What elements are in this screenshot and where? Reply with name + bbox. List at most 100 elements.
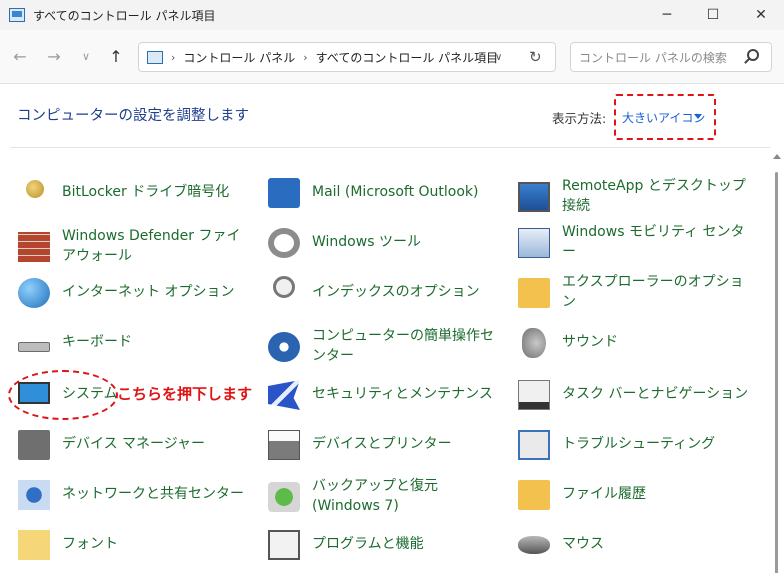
security-flag-icon bbox=[268, 380, 300, 410]
back-arrow-icon[interactable]: ← bbox=[8, 44, 32, 68]
item-label: バックアップと復元 (Windows 7) bbox=[312, 478, 438, 514]
bitlocker-key-icon bbox=[26, 180, 44, 198]
title-bar: すべてのコントロール パネル項目 ─ ☐ ✕ bbox=[0, 0, 784, 30]
gear-tools-icon bbox=[268, 228, 300, 258]
remoteapp-icon bbox=[518, 182, 550, 212]
breadcrumb-control-panel[interactable]: コントロール パネル bbox=[183, 49, 295, 66]
vertical-scrollbar[interactable] bbox=[772, 150, 782, 573]
highlight-ellipse bbox=[8, 370, 118, 420]
control-panel-items: BitLocker ドライブ暗号化 Mail (Microsoft Outloo… bbox=[0, 170, 770, 573]
mobility-center-icon bbox=[518, 228, 550, 258]
item-troubleshooting[interactable]: トラブルシューティング bbox=[518, 422, 758, 466]
sound-icon bbox=[522, 328, 546, 358]
item-label: インデックスのオプション bbox=[312, 284, 480, 300]
item-remoteapp[interactable]: RemoteApp とデスクトップ接続 bbox=[518, 174, 758, 218]
item-label: ファイル履歴 bbox=[562, 486, 646, 502]
up-arrow-icon[interactable]: ↑ bbox=[104, 44, 128, 68]
item-label: RemoteApp とデスクトップ接続 bbox=[562, 178, 746, 214]
printer-icon bbox=[268, 430, 300, 460]
view-by-dropdown[interactable]: 大きいアイコン bbox=[614, 94, 716, 140]
scrollbar-thumb[interactable] bbox=[775, 172, 778, 573]
search-input[interactable]: コントロール パネルの検索 bbox=[579, 49, 727, 66]
annotation-callout: こちらを押下します bbox=[117, 385, 253, 403]
item-mobility-center[interactable]: Windows モビリティ センター bbox=[518, 220, 758, 264]
item-label: Windows Defender ファイアウォール bbox=[62, 228, 241, 264]
item-label: デバイスとプリンター bbox=[312, 436, 452, 452]
minimize-button[interactable]: ─ bbox=[644, 0, 690, 30]
item-taskbar[interactable]: タスク バーとナビゲーション bbox=[518, 372, 758, 416]
item-label: プログラムと機能 bbox=[312, 536, 424, 552]
item-label: サウンド bbox=[562, 334, 618, 350]
maximize-button[interactable]: ☐ bbox=[690, 0, 736, 30]
item-mouse[interactable]: マウス bbox=[518, 522, 758, 566]
item-firewall[interactable]: Windows Defender ファイアウォール bbox=[18, 224, 258, 268]
internet-options-icon bbox=[18, 278, 50, 308]
mail-icon bbox=[268, 178, 300, 208]
header-divider bbox=[10, 147, 770, 148]
address-dropdown-chevron-icon[interactable]: ∨ bbox=[495, 52, 502, 63]
backup-icon bbox=[268, 482, 300, 512]
control-panel-icon bbox=[9, 8, 25, 22]
item-label: フォント bbox=[62, 536, 118, 552]
item-label: ネットワークと共有センター bbox=[62, 486, 244, 502]
item-label: BitLocker ドライブ暗号化 bbox=[62, 184, 230, 200]
item-label: Windows ツール bbox=[312, 234, 421, 250]
network-icon bbox=[18, 480, 50, 510]
item-ease-of-access[interactable]: コンピューターの簡単操作センター bbox=[268, 324, 508, 368]
item-sound[interactable]: サウンド bbox=[518, 320, 758, 364]
file-history-icon bbox=[518, 480, 550, 510]
indexing-icon bbox=[273, 276, 295, 298]
keyboard-icon bbox=[18, 342, 50, 352]
window-title: すべてのコントロール パネル項目 bbox=[33, 8, 216, 23]
item-label: Mail (Microsoft Outlook) bbox=[312, 184, 479, 200]
item-file-history[interactable]: ファイル履歴 bbox=[518, 472, 758, 516]
recent-locations-chevron-icon[interactable]: ∨ bbox=[74, 44, 98, 68]
item-label: マウス bbox=[562, 536, 604, 552]
refresh-icon[interactable]: ↻ bbox=[529, 48, 542, 66]
close-button[interactable]: ✕ bbox=[738, 0, 784, 30]
firewall-icon bbox=[18, 232, 50, 262]
view-by-value[interactable]: 大きいアイコン bbox=[622, 109, 705, 126]
font-icon bbox=[18, 530, 50, 560]
item-backup-restore[interactable]: バックアップと復元 (Windows 7) bbox=[268, 474, 508, 518]
item-bitlocker[interactable]: BitLocker ドライブ暗号化 bbox=[18, 170, 258, 214]
folder-options-icon bbox=[518, 278, 550, 308]
item-label: Windows モビリティ センター bbox=[562, 224, 745, 260]
item-label: セキュリティとメンテナンス bbox=[312, 386, 493, 402]
navigation-bar: ← → ∨ ↑ › コントロール パネル › すべてのコントロール パネル項目 … bbox=[0, 30, 784, 84]
troubleshooting-icon bbox=[518, 430, 550, 460]
item-label: デバイス マネージャー bbox=[62, 436, 206, 452]
item-internet-options[interactable]: インターネット オプション bbox=[18, 270, 258, 314]
item-label: キーボード bbox=[62, 334, 132, 350]
breadcrumb-separator-icon: › bbox=[303, 50, 308, 64]
item-devices-printers[interactable]: デバイスとプリンター bbox=[268, 422, 508, 466]
breadcrumb-separator-icon: › bbox=[171, 50, 176, 64]
forward-arrow-icon[interactable]: → bbox=[42, 44, 66, 68]
item-security-maintenance[interactable]: セキュリティとメンテナンス bbox=[268, 372, 508, 416]
item-keyboard[interactable]: キーボード bbox=[18, 320, 258, 364]
mouse-icon bbox=[518, 536, 550, 554]
item-windows-tools[interactable]: Windows ツール bbox=[268, 220, 508, 264]
scroll-up-arrow-icon[interactable] bbox=[773, 154, 781, 159]
item-device-manager[interactable]: デバイス マネージャー bbox=[18, 422, 258, 466]
page-title: コンピューターの設定を調整します bbox=[17, 108, 249, 124]
item-label: エクスプローラーのオプション bbox=[562, 274, 744, 310]
breadcrumb-all-items[interactable]: すべてのコントロール パネル項目 bbox=[316, 49, 499, 66]
search-icon[interactable] bbox=[747, 49, 759, 61]
item-programs-features[interactable]: プログラムと機能 bbox=[268, 522, 508, 566]
search-box[interactable]: コントロール パネルの検索 bbox=[570, 42, 772, 72]
dropdown-caret-icon[interactable] bbox=[694, 114, 702, 119]
item-label: インターネット オプション bbox=[62, 284, 235, 300]
ease-of-access-icon bbox=[268, 332, 300, 362]
address-bar[interactable]: › コントロール パネル › すべてのコントロール パネル項目 ∨ ↻ bbox=[138, 42, 556, 72]
item-explorer-options[interactable]: エクスプローラーのオプション bbox=[518, 270, 758, 314]
item-label: コンピューターの簡単操作センター bbox=[312, 328, 494, 364]
control-panel-icon bbox=[147, 50, 163, 64]
item-indexing-options[interactable]: インデックスのオプション bbox=[268, 270, 508, 314]
item-label: トラブルシューティング bbox=[562, 436, 716, 452]
item-label: タスク バーとナビゲーション bbox=[562, 386, 749, 402]
item-mail[interactable]: Mail (Microsoft Outlook) bbox=[268, 170, 508, 214]
item-fonts[interactable]: フォント bbox=[18, 522, 258, 566]
item-network-sharing[interactable]: ネットワークと共有センター bbox=[18, 472, 258, 516]
taskbar-icon bbox=[518, 380, 550, 410]
